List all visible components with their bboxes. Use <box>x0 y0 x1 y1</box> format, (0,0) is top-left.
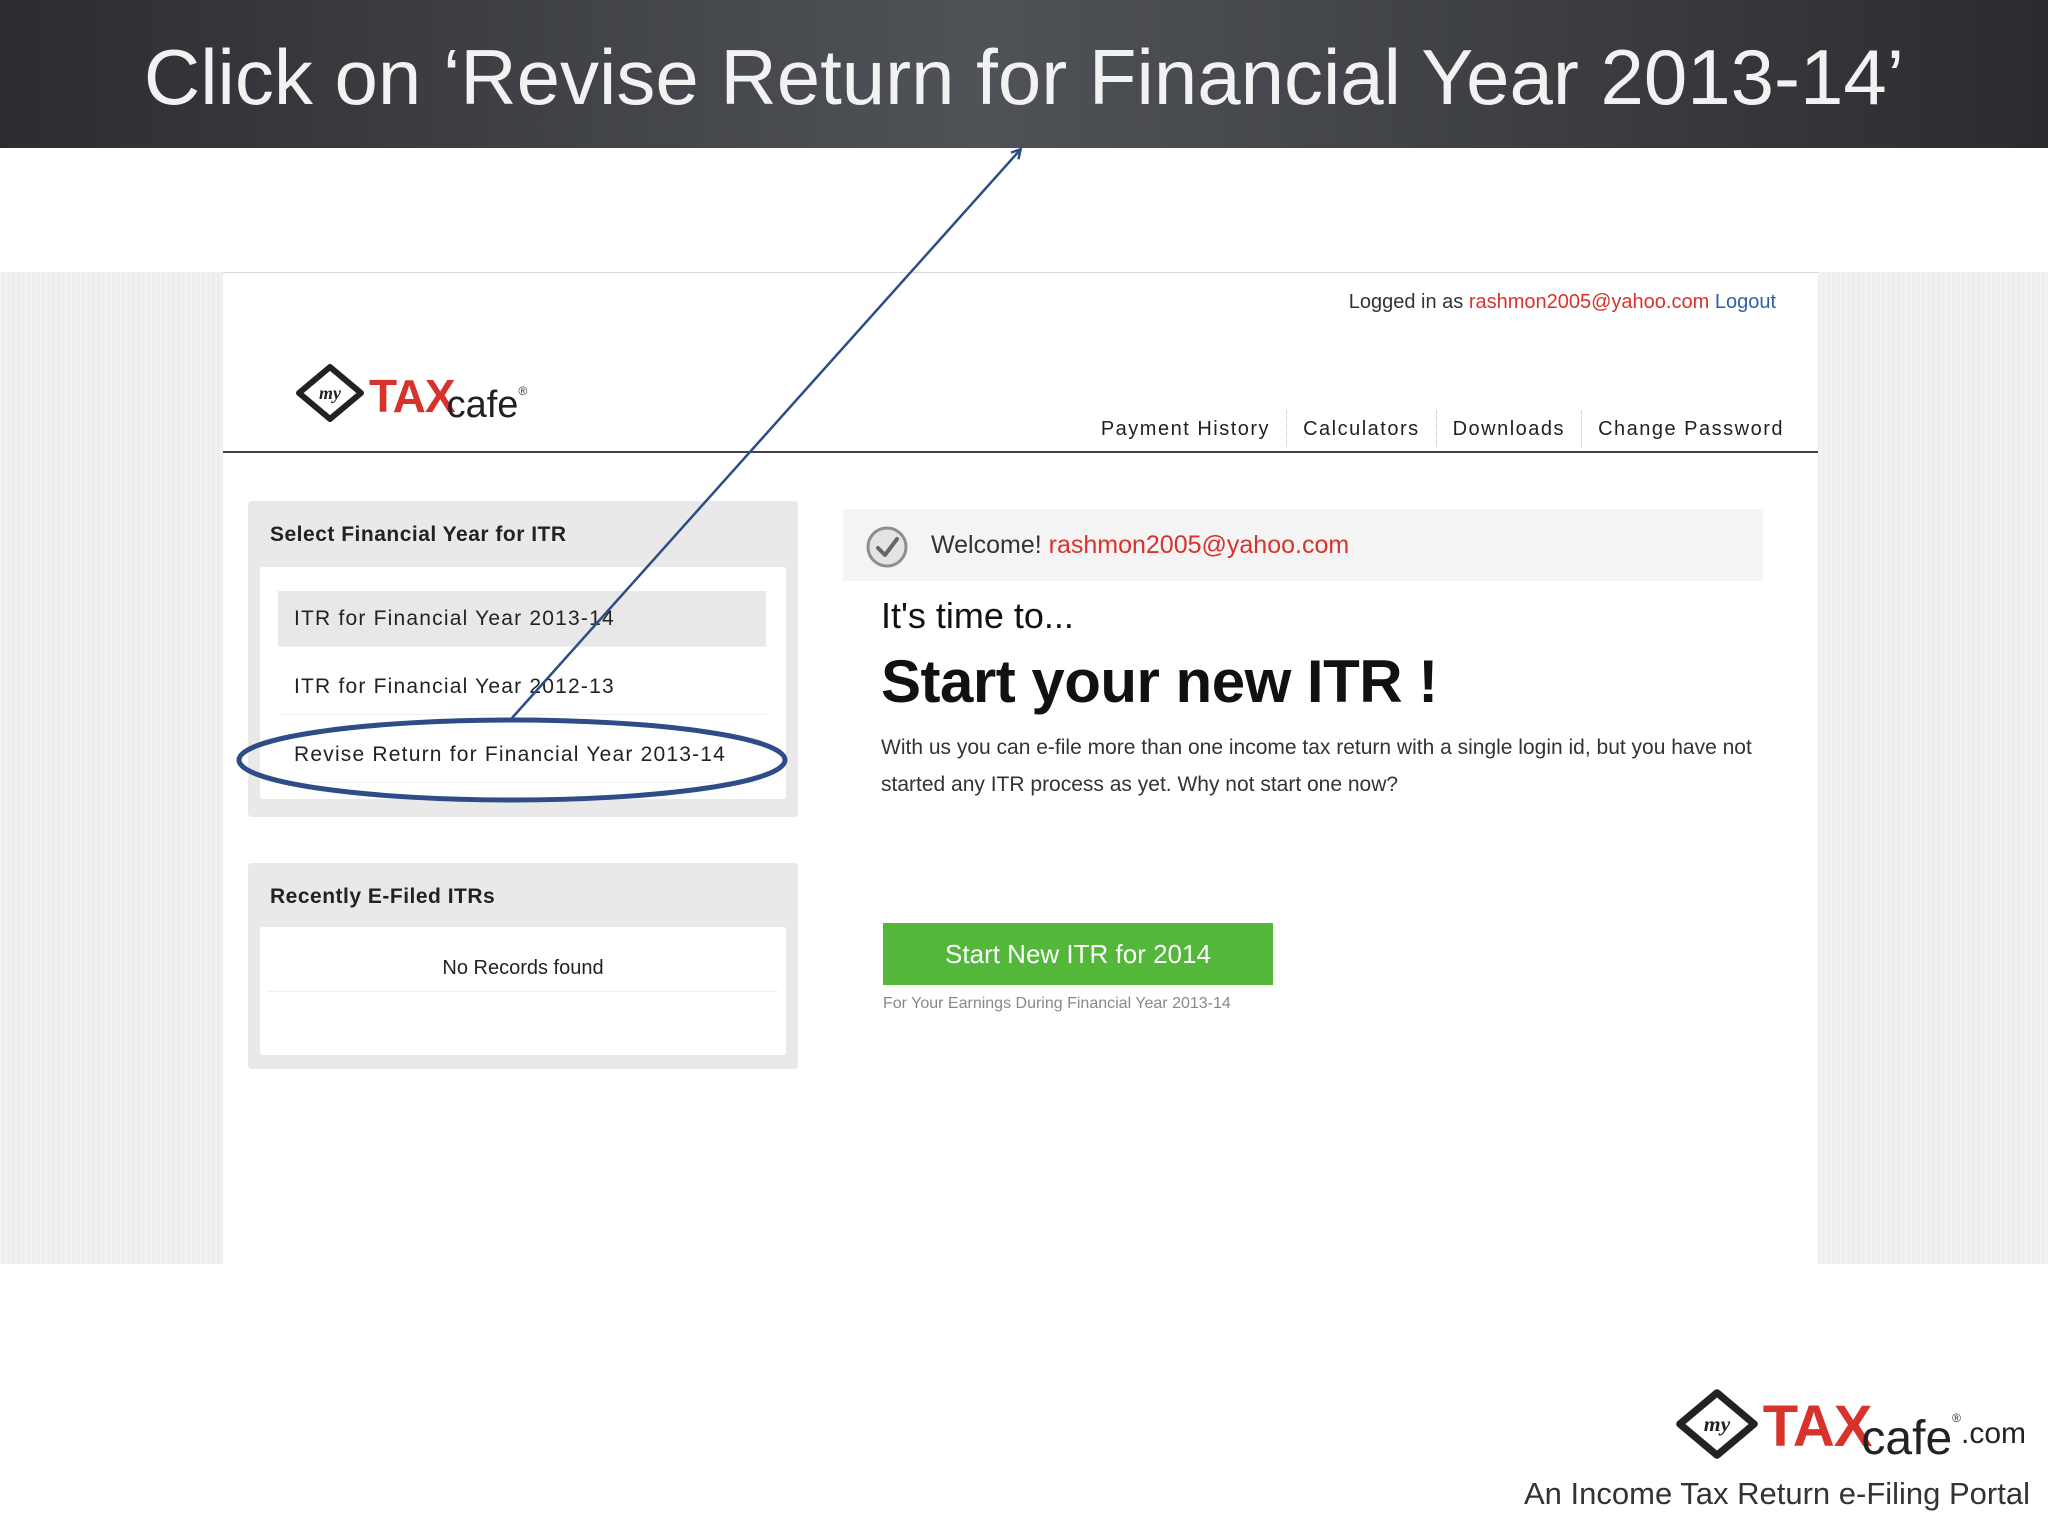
welcome-label: Welcome! <box>931 531 1042 559</box>
start-itr-subtext: For Your Earnings During Financial Year … <box>883 995 1231 1012</box>
financial-year-list: ITR for Financial Year 2013-14 ITR for F… <box>260 567 786 799</box>
nav-downloads[interactable]: Downloads <box>1435 411 1581 447</box>
web-page: Logged in as rashmon2005@yahoo.com Logou… <box>223 272 1818 1265</box>
slide-title: Click on ‘Revise Return for Financial Ye… <box>143 33 1905 121</box>
start-new-itr-button[interactable]: Start New ITR for 2014 <box>883 923 1273 985</box>
header-divider <box>223 451 1818 453</box>
mytaxcafe-logo[interactable]: my TAXcafe® <box>295 363 527 426</box>
footer-logo-tax-text: TAX <box>1762 1394 1873 1459</box>
login-status: Logged in as rashmon2005@yahoo.com Logou… <box>1349 291 1776 314</box>
footer-logo-cafe-text: cafe® <box>1861 1411 1961 1465</box>
footer-logo-dotcom: .com <box>1960 1416 2026 1450</box>
logout-link[interactable]: Logout <box>1715 291 1776 313</box>
nav-calculators[interactable]: Calculators <box>1286 411 1436 447</box>
logo-my-text: my <box>319 383 342 403</box>
footer-logo-diamond-icon: my <box>1675 1388 1759 1465</box>
time-to-text: It's time to... <box>881 595 1074 636</box>
logo-tax-text: TAX <box>369 369 456 422</box>
nav-payment-history[interactable]: Payment History <box>1085 411 1286 447</box>
welcome-message: Welcome! rashmon2005@yahoo.com <box>931 531 1349 560</box>
nav-change-password[interactable]: Change Password <box>1581 411 1800 447</box>
welcome-email: rashmon2005@yahoo.com <box>1048 531 1350 559</box>
no-records-text: No Records found <box>442 957 604 979</box>
welcome-bar: Welcome! rashmon2005@yahoo.com <box>843 509 1763 581</box>
footer-tagline: An Income Tax Return e-Filing Portal <box>1524 1476 2030 1511</box>
financial-year-panel: Select Financial Year for ITR ITR for Fi… <box>248 501 798 817</box>
top-navigation: Payment History Calculators Downloads Ch… <box>1085 411 1800 447</box>
fy-item-revise-return-2013-14[interactable]: Revise Return for Financial Year 2013-14 <box>278 727 766 783</box>
recent-itrs-panel-title: Recently E-Filed ITRs <box>270 885 496 908</box>
checkmark-icon <box>865 525 909 574</box>
user-email: rashmon2005@yahoo.com <box>1468 291 1710 313</box>
footer-logo: my TAXcafe®.com <box>1675 1388 2026 1468</box>
fy-item-itr-2013-14[interactable]: ITR for Financial Year 2013-14 <box>278 591 766 647</box>
records-divider <box>268 991 778 992</box>
fy-item-itr-2012-13[interactable]: ITR for Financial Year 2012-13 <box>278 659 766 715</box>
recent-itrs-panel: Recently E-Filed ITRs No Records found <box>248 863 798 1069</box>
description-text: With us you can e-file more than one inc… <box>881 736 1752 796</box>
logo-diamond-icon: my <box>295 363 365 428</box>
financial-year-panel-title: Select Financial Year for ITR <box>270 523 567 546</box>
slide-header: Click on ‘Revise Return for Financial Ye… <box>0 0 2048 148</box>
footer-logo-my-text: my <box>1704 1412 1731 1436</box>
logo-cafe-text: cafe® <box>446 384 528 426</box>
logged-in-label: Logged in as <box>1348 291 1464 313</box>
main-headline: Start your new ITR ! <box>881 648 1438 715</box>
recent-itrs-list: No Records found <box>260 927 786 1055</box>
